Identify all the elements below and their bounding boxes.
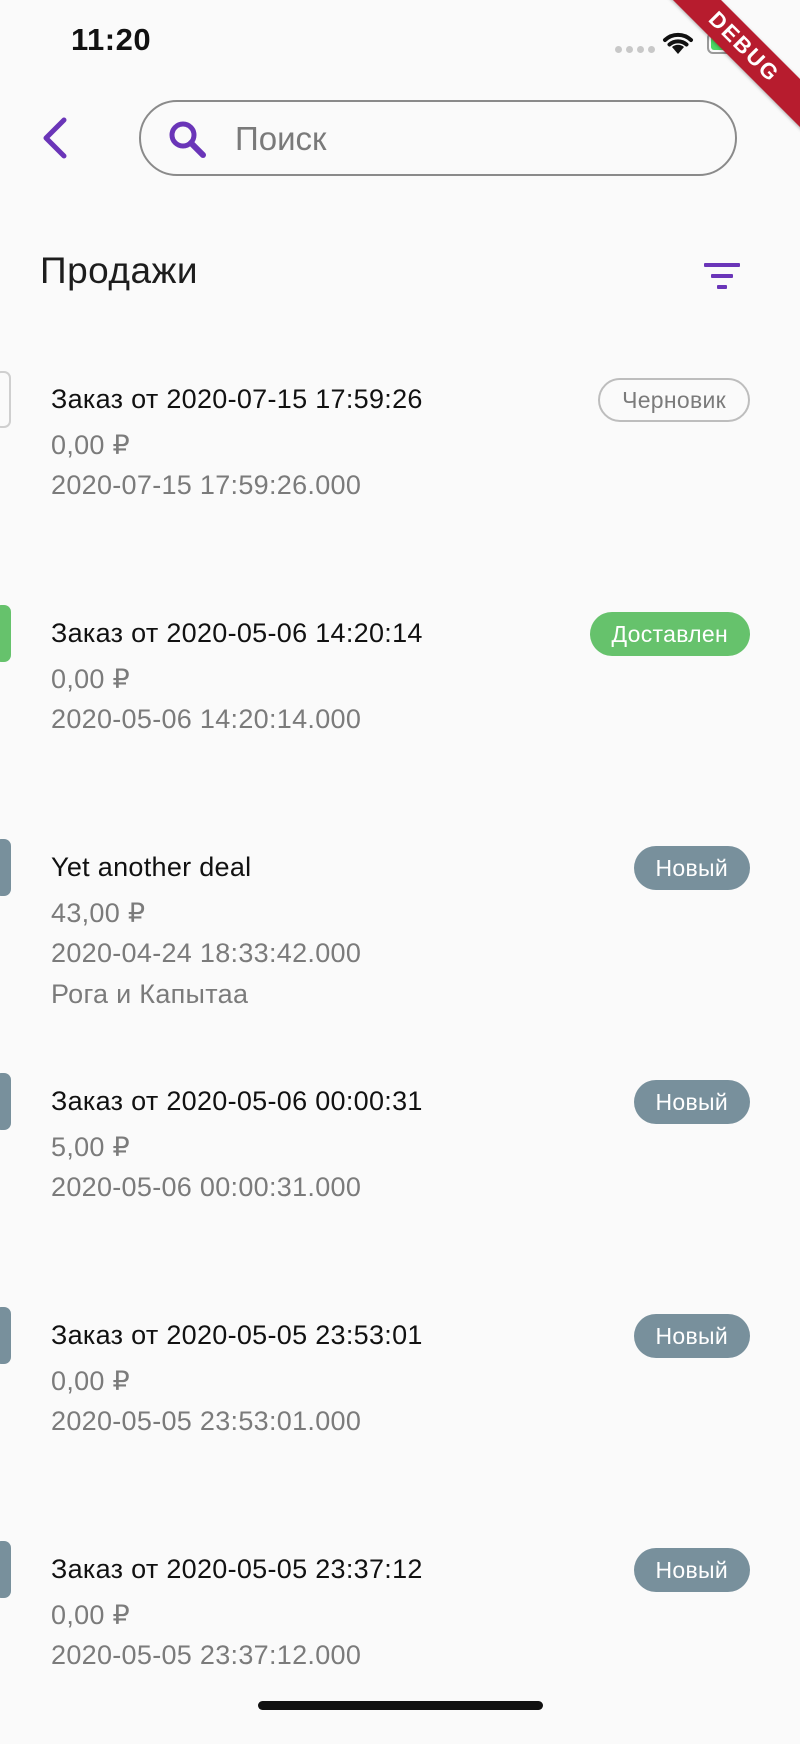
wifi-icon [663,32,693,54]
status-badge: Новый [633,1548,750,1592]
cellular-signal-icon [615,46,655,53]
status-badge: Новый [633,1314,750,1358]
search-field[interactable] [139,100,737,176]
order-amount: 0,00 ₽ [51,1600,131,1630]
page-title: Продажи [40,250,199,291]
order-title: Заказ от 2020-05-06 00:00:31 [51,1086,423,1116]
order-title: Yet another deal [51,852,252,882]
order-list-item[interactable]: Заказ от 2020-07-15 17:59:26 0,00 ₽ 2020… [0,340,800,574]
order-timestamp: 2020-07-15 17:59:26.000 [51,470,362,500]
order-status-stripe [0,605,11,662]
status-badge: Новый [633,1080,750,1124]
order-status-stripe [0,839,11,896]
status-time: 11:20 [71,22,152,57]
home-indicator[interactable] [258,1701,543,1710]
order-timestamp: 2020-04-24 18:33:42.000 [51,938,362,968]
status-badge: Новый [633,846,750,890]
order-list-item[interactable]: Заказ от 2020-05-05 23:53:01 0,00 ₽ 2020… [0,1276,800,1510]
order-status-stripe [0,1541,11,1598]
status-badge: Черновик [598,378,750,422]
order-status-stripe [0,1307,11,1364]
order-status-stripe [0,1073,11,1130]
order-amount: 0,00 ₽ [51,430,131,460]
order-list-item[interactable]: Yet another deal 43,00 ₽ 2020-04-24 18:3… [0,808,800,1042]
order-timestamp: 2020-05-06 14:20:14.000 [51,704,362,734]
order-amount: 0,00 ₽ [51,664,131,694]
order-amount: 5,00 ₽ [51,1132,131,1162]
order-timestamp: 2020-05-05 23:53:01.000 [51,1406,362,1436]
search-input[interactable] [233,114,707,164]
order-amount: 43,00 ₽ [51,898,146,928]
order-list-item[interactable]: Заказ от 2020-05-06 14:20:14 0,00 ₽ 2020… [0,574,800,808]
back-arrow-icon[interactable] [34,112,78,164]
order-title: Заказ от 2020-05-05 23:53:01 [51,1320,423,1350]
order-amount: 0,00 ₽ [51,1366,131,1396]
search-icon [169,121,206,158]
status-bar: 11:20 [0,0,800,90]
status-badge: Доставлен [589,612,750,656]
filter-icon[interactable] [700,258,746,294]
order-timestamp: 2020-05-06 00:00:31.000 [51,1172,362,1202]
order-client: Рога и Капытаа [51,979,249,1009]
order-list-item[interactable]: Заказ от 2020-05-06 00:00:31 5,00 ₽ 2020… [0,1042,800,1276]
order-title: Заказ от 2020-07-15 17:59:26 [51,384,423,414]
order-title: Заказ от 2020-05-05 23:37:12 [51,1554,423,1584]
order-title: Заказ от 2020-05-06 14:20:14 [51,618,423,648]
order-timestamp: 2020-05-05 23:37:12.000 [51,1640,362,1670]
order-status-stripe [0,371,11,428]
